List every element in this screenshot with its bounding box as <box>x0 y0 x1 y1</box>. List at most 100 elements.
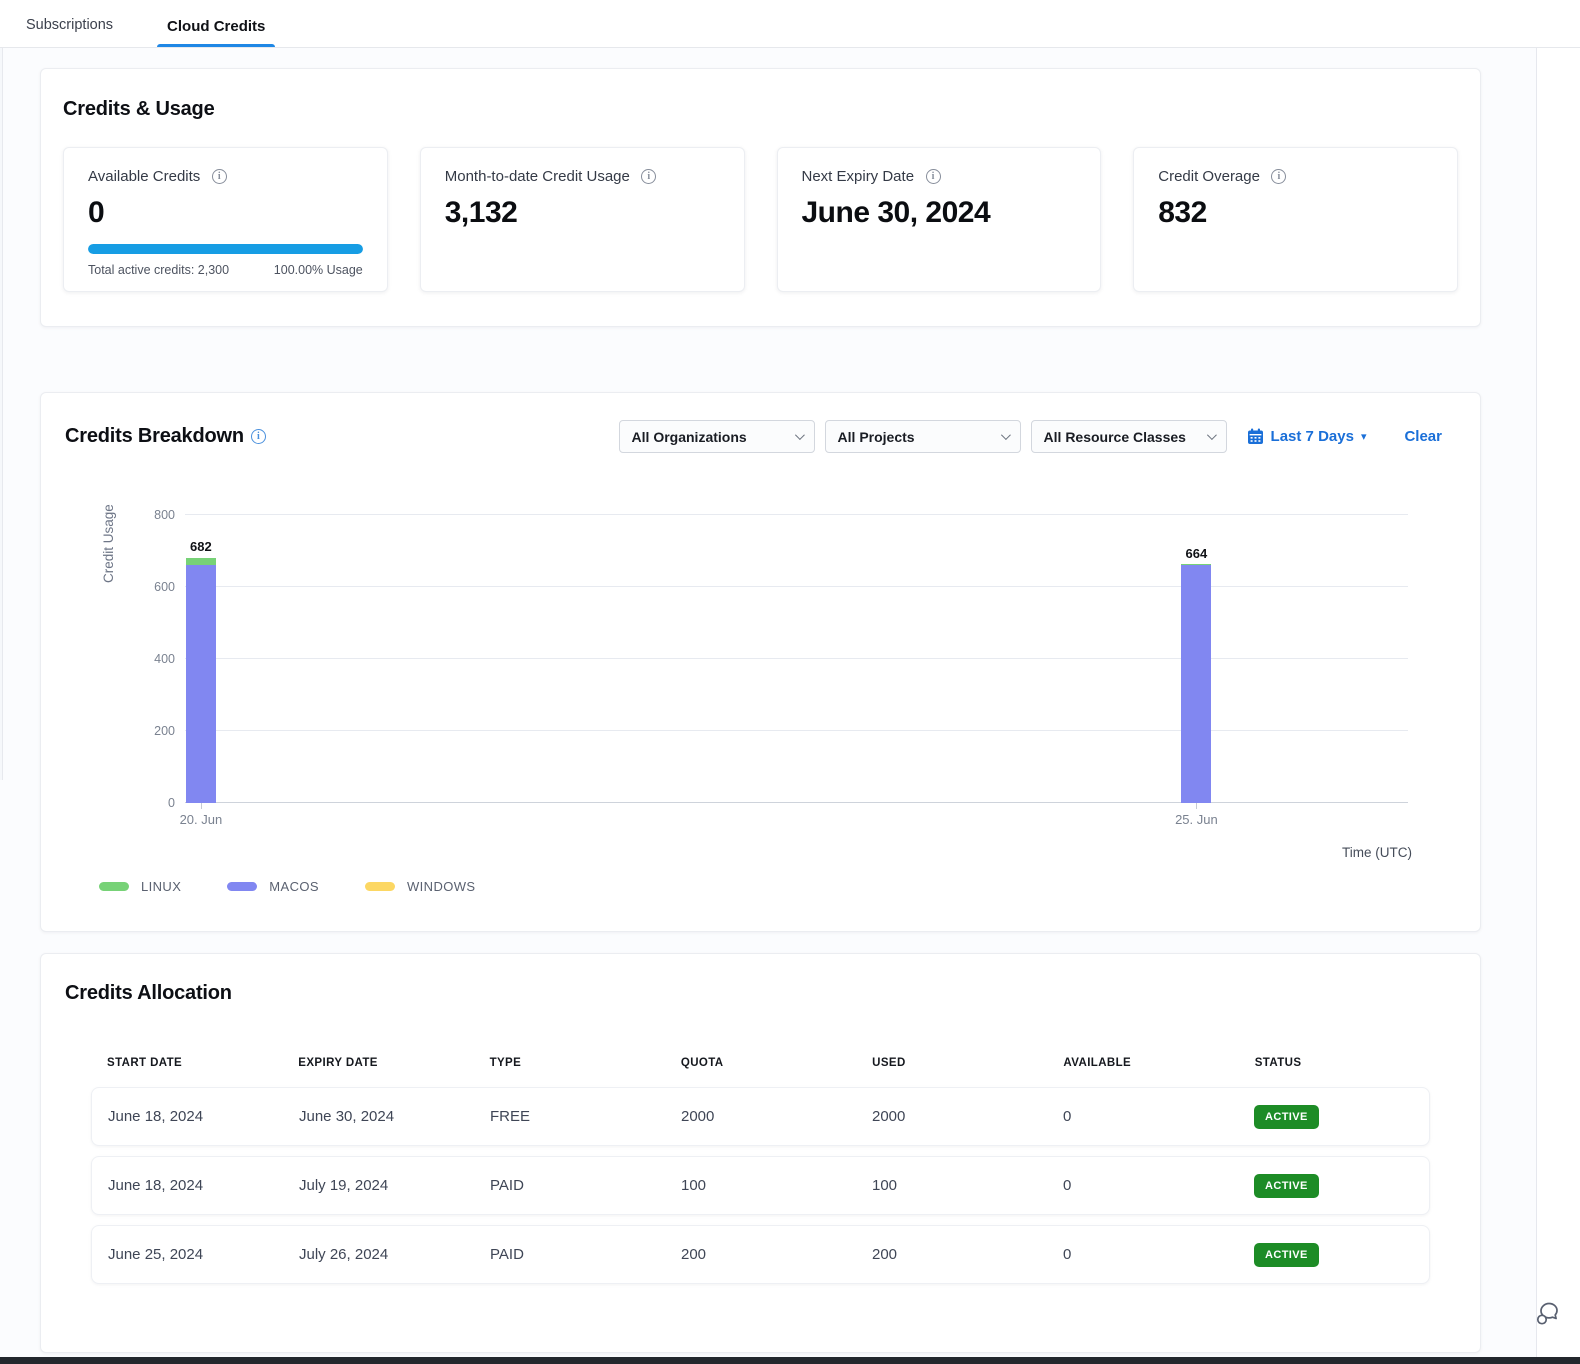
status-badge: ACTIVE <box>1254 1105 1319 1129</box>
col-expiry-date: EXPIRY DATE <box>282 1057 473 1069</box>
y-axis-tick-label: 800 <box>154 508 175 522</box>
table-header-row: START DATE EXPIRY DATE TYPE QUOTA USED A… <box>91 1057 1430 1087</box>
tab-cloud-credits-label: Cloud Credits <box>167 18 265 35</box>
bar-25-jun[interactable]: 664 <box>1181 564 1211 803</box>
legend-swatch <box>227 882 257 891</box>
credit-overage-card: Credit Overage i 832 <box>1133 147 1458 292</box>
cell-quota: 200 <box>665 1246 856 1263</box>
chart-x-axis-label: Time (UTC) <box>1342 845 1412 860</box>
bar-20-jun[interactable]: 682 <box>186 557 216 803</box>
chart-gridline: 200 <box>185 730 1408 731</box>
cell-available: 0 <box>1047 1177 1238 1194</box>
x-axis-tick <box>201 803 202 809</box>
caret-down-icon: ▾ <box>1361 430 1367 443</box>
bottom-taskbar-edge <box>0 1357 1580 1364</box>
cell-available: 0 <box>1047 1246 1238 1263</box>
cell-used: 100 <box>856 1177 1047 1194</box>
chart-gridline: 600 <box>185 586 1408 587</box>
cell-quota: 2000 <box>665 1108 856 1125</box>
projects-select[interactable]: All Projects <box>825 420 1021 453</box>
chevron-down-icon <box>1207 430 1217 440</box>
col-type: TYPE <box>474 1057 665 1069</box>
col-start-date: START DATE <box>91 1057 282 1069</box>
x-axis-tick-label: 20. Jun <box>180 812 223 827</box>
tab-subscriptions[interactable]: Subscriptions <box>22 17 117 47</box>
available-credits-card: Available Credits i 0 Total active credi… <box>63 147 388 292</box>
legend-label: MACOS <box>269 879 319 894</box>
cell-quota: 100 <box>665 1177 856 1194</box>
cell-used: 200 <box>856 1246 1047 1263</box>
credits-breakdown-title: Credits Breakdown <box>65 425 244 448</box>
resource-classes-select-value: All Resource Classes <box>1044 429 1186 445</box>
credits-breakdown-section: Credits Breakdown i All Organizations Al… <box>40 392 1481 932</box>
cell-start-date: June 18, 2024 <box>92 1177 283 1194</box>
date-range-picker[interactable]: Last 7 Days ▾ <box>1247 428 1367 445</box>
col-available: AVAILABLE <box>1047 1057 1238 1069</box>
info-icon[interactable]: i <box>641 169 656 184</box>
cell-type: PAID <box>474 1246 665 1263</box>
chart-gridline: 400 <box>185 658 1408 659</box>
credit-usage-chart: Credit Usage 020040060080068220. Jun6642… <box>65 473 1456 833</box>
cell-expiry-date: July 19, 2024 <box>283 1177 474 1194</box>
chart-legend: LINUX MACOS WINDOWS <box>99 879 1456 894</box>
cell-expiry-date: June 30, 2024 <box>283 1108 474 1125</box>
next-expiry-card: Next Expiry Date i June 30, 2024 <box>777 147 1102 292</box>
legend-item-windows[interactable]: WINDOWS <box>365 879 476 894</box>
bar-value-label: 664 <box>1186 546 1208 561</box>
cell-available: 0 <box>1047 1108 1238 1125</box>
table-row: June 18, 2024 June 30, 2024 FREE 2000 20… <box>91 1087 1430 1146</box>
info-icon[interactable]: i <box>212 169 227 184</box>
resource-classes-select[interactable]: All Resource Classes <box>1031 420 1227 453</box>
page-background: Credits & Usage Available Credits i 0 To… <box>0 48 1537 1357</box>
available-credits-label: Available Credits <box>88 168 200 185</box>
credits-allocation-table: START DATE EXPIRY DATE TYPE QUOTA USED A… <box>91 1057 1430 1284</box>
total-active-credits-text: Total active credits: 2,300 <box>88 263 229 277</box>
credits-usage-title: Credits & Usage <box>63 98 1458 121</box>
mtd-usage-card: Month-to-date Credit Usage i 3,132 <box>420 147 745 292</box>
next-expiry-label: Next Expiry Date <box>802 168 915 185</box>
chat-support-button[interactable] <box>1532 1298 1564 1330</box>
credit-overage-value: 832 <box>1158 196 1433 230</box>
chevron-down-icon <box>795 430 805 440</box>
y-axis-tick-label: 600 <box>154 580 175 594</box>
left-edge-divider <box>0 48 3 780</box>
cell-type: FREE <box>474 1108 665 1125</box>
col-used: USED <box>856 1057 1047 1069</box>
chart-gridline: 0 <box>185 802 1408 803</box>
bar-value-label: 682 <box>190 539 212 554</box>
mtd-usage-label: Month-to-date Credit Usage <box>445 168 630 185</box>
info-icon[interactable]: i <box>926 169 941 184</box>
projects-select-value: All Projects <box>838 429 915 445</box>
active-tab-indicator <box>157 44 275 47</box>
legend-label: WINDOWS <box>407 879 476 894</box>
x-axis-tick <box>1196 803 1197 809</box>
credits-allocation-title: Credits Allocation <box>65 982 1456 1005</box>
col-quota: QUOTA <box>665 1057 856 1069</box>
cell-used: 2000 <box>856 1108 1047 1125</box>
credits-usage-section: Credits & Usage Available Credits i 0 To… <box>40 68 1481 327</box>
organizations-select[interactable]: All Organizations <box>619 420 815 453</box>
table-row: June 25, 2024 July 26, 2024 PAID 200 200… <box>91 1225 1430 1284</box>
date-range-value: Last 7 Days <box>1271 428 1354 445</box>
y-axis-tick-label: 200 <box>154 724 175 738</box>
tab-cloud-credits[interactable]: Cloud Credits <box>163 18 269 47</box>
next-expiry-value: June 30, 2024 <box>802 196 1077 230</box>
legend-item-macos[interactable]: MACOS <box>227 879 319 894</box>
clear-filters-button[interactable]: Clear <box>1404 428 1442 445</box>
legend-item-linux[interactable]: LINUX <box>99 879 181 894</box>
info-icon[interactable]: i <box>1271 169 1286 184</box>
cell-start-date: June 25, 2024 <box>92 1246 283 1263</box>
bar-segment-linux <box>186 558 216 566</box>
x-axis-tick-label: 25. Jun <box>1175 812 1218 827</box>
chart-filters: All Organizations All Projects All Resou… <box>619 420 1456 453</box>
chevron-down-icon <box>1001 430 1011 440</box>
info-icon[interactable]: i <box>251 429 266 444</box>
legend-label: LINUX <box>141 879 181 894</box>
mtd-usage-value: 3,132 <box>445 196 720 230</box>
chart-plot-area: 020040060080068220. Jun66425. Jun <box>185 515 1408 803</box>
y-axis-tick-label: 0 <box>168 796 175 810</box>
cell-start-date: June 18, 2024 <box>92 1108 283 1125</box>
top-tab-bar: Subscriptions Cloud Credits <box>0 0 1580 48</box>
status-badge: ACTIVE <box>1254 1243 1319 1267</box>
chat-bubbles-icon <box>1538 1304 1557 1324</box>
